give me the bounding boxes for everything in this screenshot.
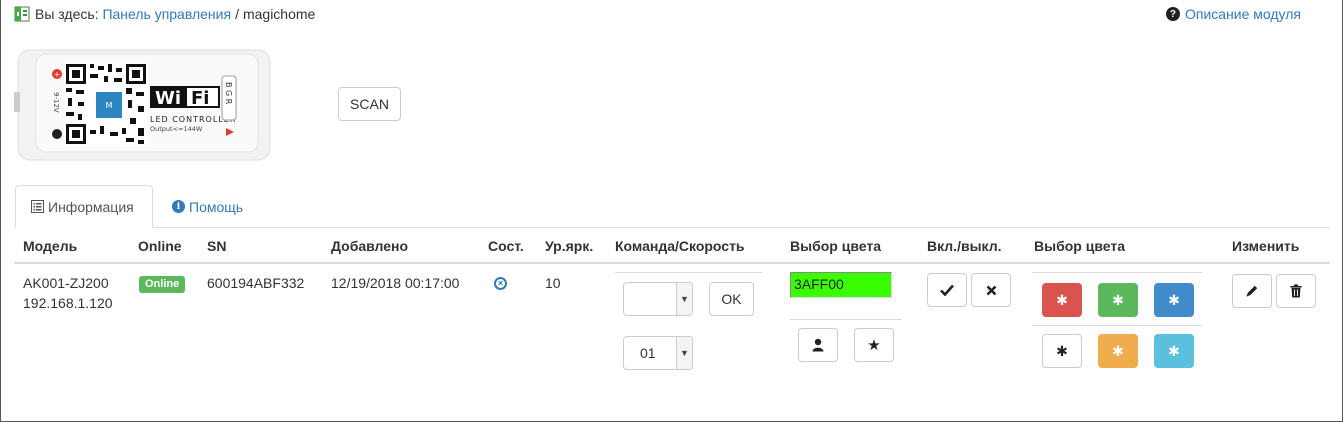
divider	[790, 319, 902, 320]
breadcrumb-prefix: Вы здесь:	[35, 6, 99, 22]
device-sn: 600194ABF332	[207, 275, 305, 291]
close-icon	[986, 285, 997, 296]
command-select[interactable]: ▼	[623, 282, 693, 316]
device-added: 12/19/2018 00:17:00	[331, 275, 460, 291]
user-button[interactable]	[798, 328, 838, 362]
header-model: Модель	[23, 238, 78, 254]
header-color-pick-2: Выбор цвета	[1034, 238, 1125, 254]
star-icon: ★	[867, 337, 881, 354]
divider	[1032, 325, 1202, 326]
header-sn: SN	[207, 238, 227, 254]
tab-information-label: Информация	[48, 198, 134, 215]
check-icon	[940, 284, 954, 296]
color-orange-button[interactable]: ✱	[1098, 334, 1138, 368]
star-button[interactable]: ★	[854, 328, 894, 362]
module-description-label: Описание модуля	[1184, 6, 1301, 22]
device-voltage-text: 9-12V	[52, 92, 60, 113]
color-blue-button[interactable]: ✱	[1154, 283, 1194, 317]
module-description-link[interactable]: ? Описание модуля	[1165, 6, 1301, 22]
edit-button[interactable]	[1232, 274, 1272, 308]
asterisk-icon: ✱	[1168, 291, 1180, 308]
tab-help[interactable]: i Помощь	[157, 185, 258, 228]
svg-text:M: M	[106, 101, 113, 110]
asterisk-icon: ✱	[1056, 342, 1068, 359]
asterisk-icon: ✱	[1056, 291, 1068, 308]
table-header: Модель Online SN Добавлено Сост. Ур.ярк.…	[14, 228, 1330, 264]
color-white-button[interactable]: ✱	[1042, 334, 1082, 368]
turn-off-button[interactable]	[971, 273, 1011, 307]
asterisk-icon: ✱	[1168, 342, 1180, 359]
breadcrumb-link-control-panel[interactable]: Панель управления	[102, 6, 231, 22]
tab-bar: Информация i Помощь	[14, 185, 1330, 228]
divider	[615, 272, 762, 273]
online-badge: Online	[139, 276, 186, 293]
question-circle-icon: ?	[1165, 7, 1180, 21]
list-alt-icon	[31, 200, 44, 213]
header-color-pick: Выбор цвета	[790, 238, 881, 254]
header-online: Online	[138, 238, 182, 254]
home-page-icon	[14, 6, 30, 22]
speed-select[interactable]: 01 ▼	[623, 336, 693, 370]
device-ip: 192.168.1.120	[23, 295, 113, 311]
header-state: Сост.	[488, 238, 524, 254]
header-added: Добавлено	[331, 238, 409, 254]
pencil-icon	[1245, 284, 1259, 298]
device-output-text: Output<=144W	[150, 125, 203, 133]
color-cyan-button[interactable]: ✱	[1154, 334, 1194, 368]
tab-information[interactable]: Информация	[15, 185, 153, 228]
breadcrumb-separator: /	[235, 6, 239, 22]
asterisk-icon: ✱	[1112, 342, 1124, 359]
color-picker-input[interactable]: 3AFF00	[790, 272, 892, 298]
header-edit: Изменить	[1232, 238, 1300, 254]
info-circle-icon: i	[172, 200, 185, 213]
svg-text:+: +	[54, 70, 61, 79]
color-red-button[interactable]: ✱	[1042, 283, 1082, 317]
breadcrumb-current: magichome	[242, 6, 316, 22]
header-command-speed: Команда/Скорость	[615, 238, 745, 254]
device-model: AK001-ZJ200	[23, 275, 109, 291]
svg-text:Fi: Fi	[191, 88, 209, 109]
ok-button[interactable]: OK	[709, 282, 754, 316]
tab-help-label: Помощь	[189, 198, 244, 215]
device-bgr-text: B G R	[224, 82, 233, 105]
speed-select-value: 01	[640, 345, 656, 361]
times-circle-icon[interactable]: ×	[494, 277, 507, 290]
divider	[1032, 272, 1202, 273]
turn-on-button[interactable]	[927, 273, 967, 307]
chevron-down-icon: ▼	[676, 337, 692, 369]
color-green-button[interactable]: ✱	[1098, 283, 1138, 317]
asterisk-icon: ✱	[1112, 291, 1124, 308]
delete-button[interactable]	[1276, 274, 1316, 308]
user-icon	[811, 338, 825, 352]
chevron-down-icon: ▼	[676, 283, 692, 315]
header-on-off: Вкл./выкл.	[927, 238, 1002, 254]
device-image: + 9-12V M Wi Fi LED CONTROLLER Output<=1…	[14, 48, 272, 161]
device-wifi-text: Wi	[155, 88, 181, 109]
scan-button[interactable]: SCAN	[338, 87, 401, 121]
device-brightness: 10	[545, 275, 561, 291]
trash-icon	[1290, 284, 1302, 298]
header-brightness: Ур.ярк.	[545, 238, 594, 254]
breadcrumb: Вы здесь: Панель управления / magichome	[14, 6, 315, 22]
